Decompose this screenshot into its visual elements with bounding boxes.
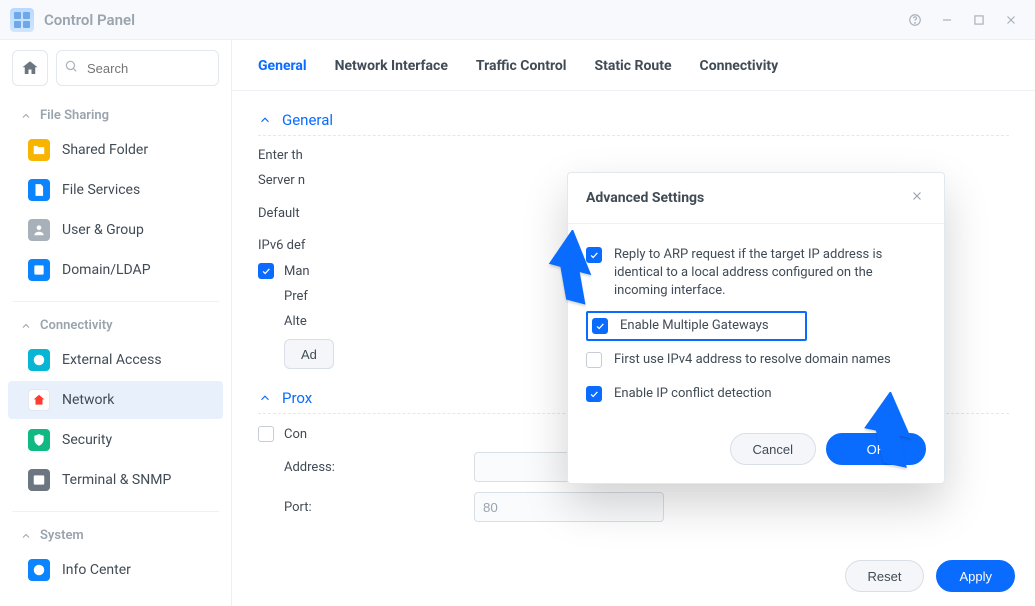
tab-network-interface[interactable]: Network Interface [335, 58, 448, 80]
reset-button[interactable]: Reset [845, 560, 925, 592]
sidebar-group-label: Connectivity [40, 318, 113, 333]
apply-button[interactable]: Apply [936, 560, 1015, 592]
sidebar-group-system[interactable]: System [0, 522, 231, 549]
minimize-button[interactable] [933, 6, 961, 34]
main-content: General Network Interface Traffic Contro… [232, 40, 1035, 606]
advanced-button[interactable]: Ad [284, 339, 334, 369]
tab-connectivity[interactable]: Connectivity [700, 58, 779, 80]
dialog-close-button[interactable] [908, 187, 926, 209]
help-button[interactable] [901, 6, 929, 34]
user-icon [28, 219, 50, 241]
row-label: Default [258, 206, 300, 221]
ipv4-first-checkbox[interactable] [586, 352, 602, 368]
footer-actions: Reset Apply [845, 560, 1016, 592]
sidebar: File Sharing Shared Folder File Services… [0, 40, 232, 606]
tab-traffic-control[interactable]: Traffic Control [476, 58, 567, 80]
field-label: Address: [284, 460, 464, 475]
sidebar-item-label: Network [62, 392, 114, 408]
row-label: IPv6 def [258, 238, 305, 253]
sidebar-item-label: Info Center [62, 562, 131, 578]
tab-general[interactable]: General [258, 58, 307, 80]
row-label: Alte [284, 314, 307, 329]
option-ipv4-first: First use IPv4 address to resolve domain… [586, 343, 926, 377]
row-label: Pref [284, 289, 308, 304]
chevron-up-icon [20, 110, 32, 122]
tab-bar: General Network Interface Traffic Contro… [232, 40, 1035, 91]
shield-icon [28, 429, 50, 451]
dialog-cancel-button[interactable]: Cancel [730, 433, 816, 465]
sidebar-group-label: File Sharing [40, 108, 109, 123]
option-arp-reply: Reply to ARP request if the target IP ad… [586, 238, 926, 309]
file-services-icon [28, 179, 50, 201]
chevron-up-icon [20, 530, 32, 542]
section-title: General [282, 111, 333, 129]
sidebar-item-security[interactable]: Security [8, 421, 223, 459]
annotation-arrow-ok [857, 392, 927, 476]
proxy-port-input[interactable] [474, 492, 664, 522]
option-multiple-gateways-highlight: Enable Multiple Gateways [586, 311, 807, 341]
home-button[interactable] [12, 50, 48, 86]
window-title: Control Panel [44, 11, 135, 29]
row-label: Server n [258, 173, 305, 188]
connect-proxy-checkbox[interactable] [258, 426, 274, 442]
checkbox-label: Man [284, 264, 310, 279]
sidebar-item-label: Security [62, 432, 112, 448]
network-icon [28, 389, 50, 411]
section-title: Prox [282, 389, 312, 407]
sidebar-item-external-access[interactable]: External Access [8, 341, 223, 379]
sidebar-item-label: Terminal & SNMP [62, 472, 171, 488]
globe-icon [28, 349, 50, 371]
sidebar-group-label: System [40, 528, 84, 543]
sidebar-item-label: External Access [62, 352, 162, 368]
sidebar-item-shared-folder[interactable]: Shared Folder [8, 131, 223, 169]
sidebar-group-file-sharing[interactable]: File Sharing [0, 102, 231, 129]
manual-dns-checkbox[interactable] [258, 263, 274, 279]
sidebar-item-label: Shared Folder [62, 142, 148, 158]
checkbox-label: Con [284, 427, 307, 442]
sidebar-item-terminal-snmp[interactable]: Terminal & SNMP [8, 461, 223, 499]
info-icon [28, 559, 50, 581]
annotation-arrow-checkbox [542, 230, 602, 314]
option-label: Enable Multiple Gateways [620, 317, 769, 335]
chevron-up-icon [258, 391, 272, 405]
row-enter: Enter th [258, 148, 1009, 163]
folder-icon [28, 139, 50, 161]
row-label: Enter th [258, 148, 303, 163]
option-label: Enable IP conflict detection [614, 385, 772, 403]
sidebar-item-info-center[interactable]: Info Center [8, 551, 223, 589]
dialog-title: Advanced Settings [586, 190, 704, 206]
search-icon [64, 59, 78, 77]
row-proxy-port: Port: [284, 492, 1009, 522]
sidebar-item-label: User & Group [62, 222, 144, 238]
sidebar-item-file-services[interactable]: File Services [8, 171, 223, 209]
sidebar-item-network[interactable]: Network [8, 381, 223, 419]
ip-conflict-checkbox[interactable] [586, 386, 602, 402]
section-header-general[interactable]: General [258, 105, 1009, 136]
sidebar-group-connectivity[interactable]: Connectivity [0, 312, 231, 339]
terminal-icon [28, 469, 50, 491]
option-label: First use IPv4 address to resolve domain… [614, 351, 891, 369]
sidebar-item-label: File Services [62, 182, 140, 198]
chevron-up-icon [20, 320, 32, 332]
multiple-gateways-checkbox[interactable] [592, 318, 608, 334]
search-input[interactable] [56, 50, 219, 86]
sidebar-item-user-group[interactable]: User & Group [8, 211, 223, 249]
domain-icon [28, 259, 50, 281]
maximize-button[interactable] [965, 6, 993, 34]
field-label: Port: [284, 500, 464, 515]
tab-static-route[interactable]: Static Route [594, 58, 671, 80]
close-button[interactable] [997, 6, 1025, 34]
sidebar-item-label: Domain/LDAP [62, 262, 151, 278]
app-icon [10, 8, 34, 32]
option-label: Reply to ARP request if the target IP ad… [614, 246, 926, 301]
chevron-up-icon [258, 113, 272, 127]
title-bar: Control Panel [0, 0, 1035, 40]
sidebar-item-domain-ldap[interactable]: Domain/LDAP [8, 251, 223, 289]
